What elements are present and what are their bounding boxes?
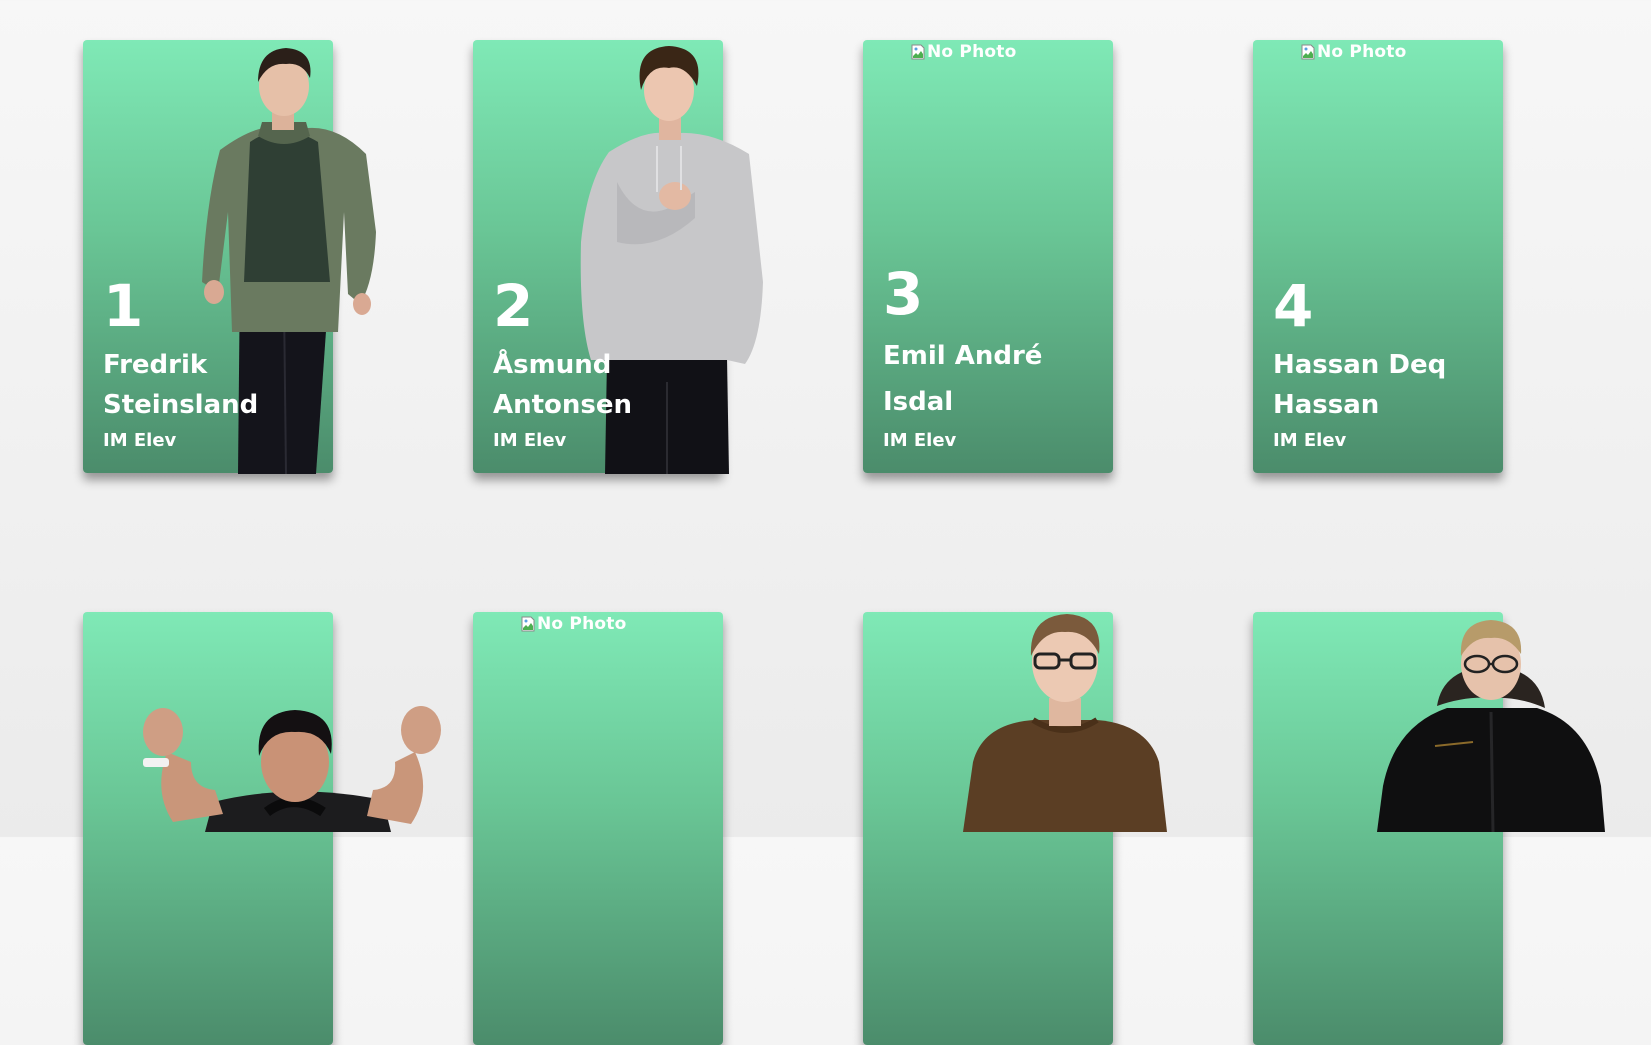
student-info: 3 Emil André Isdal IM Elev	[883, 265, 1105, 453]
student-card[interactable]	[83, 612, 441, 1045]
student-card[interactable]: No Photo 4 Hassan Deq Hassan IM Elev	[1253, 40, 1503, 473]
student-role: IM Elev	[493, 430, 567, 451]
broken-image: No Photo	[911, 42, 1016, 62]
student-name: Emil André Isdal	[883, 341, 1043, 417]
student-card[interactable]	[863, 612, 1167, 1045]
student-card[interactable]	[1253, 612, 1605, 1045]
broken-image: No Photo	[521, 614, 626, 634]
broken-image-icon	[521, 616, 536, 632]
student-name: Hassan Deq Hassan	[1273, 350, 1447, 420]
student-number: 4	[1273, 272, 1314, 340]
broken-image-alt: No Photo	[927, 42, 1017, 62]
broken-image-icon	[1301, 44, 1316, 60]
broken-image-alt: No Photo	[1317, 42, 1407, 62]
student-number: 1	[103, 272, 144, 340]
student-grid: 1 Fredrik Steinsland IM Elev 2 Åsmund An…	[83, 40, 1605, 1045]
person-photo-sweater-glasses	[963, 614, 1167, 832]
student-role: IM Elev	[883, 430, 957, 451]
student-card[interactable]: 2 Åsmund Antonsen IM Elev	[473, 40, 763, 474]
student-number: 2	[493, 272, 534, 340]
student-photo	[1253, 612, 1605, 1045]
student-name: Åsmund Antonsen	[493, 350, 633, 420]
student-info: 1 Fredrik Steinsland IM Elev	[103, 277, 325, 453]
broken-image-icon	[911, 44, 926, 60]
student-photo	[863, 612, 1167, 1045]
student-card[interactable]: No Photo 3 Emil André Isdal IM Elev	[863, 40, 1113, 473]
student-info: 4 Hassan Deq Hassan IM Elev	[1273, 277, 1495, 453]
broken-image: No Photo	[1301, 42, 1406, 62]
broken-image-alt: No Photo	[537, 614, 627, 634]
student-number: 3	[883, 260, 924, 328]
student-photo	[83, 612, 441, 1045]
student-name: Fredrik Steinsland	[103, 350, 259, 420]
person-photo-black-jacket-glasses	[1377, 620, 1605, 832]
student-card[interactable]: 1 Fredrik Steinsland IM Elev	[83, 40, 376, 474]
student-role: IM Elev	[103, 430, 177, 451]
student-info: 2 Åsmund Antonsen IM Elev	[493, 277, 715, 453]
person-photo-thumbs-pointing	[143, 706, 441, 832]
student-role: IM Elev	[1273, 430, 1347, 451]
student-card[interactable]: No Photo	[473, 612, 723, 1045]
